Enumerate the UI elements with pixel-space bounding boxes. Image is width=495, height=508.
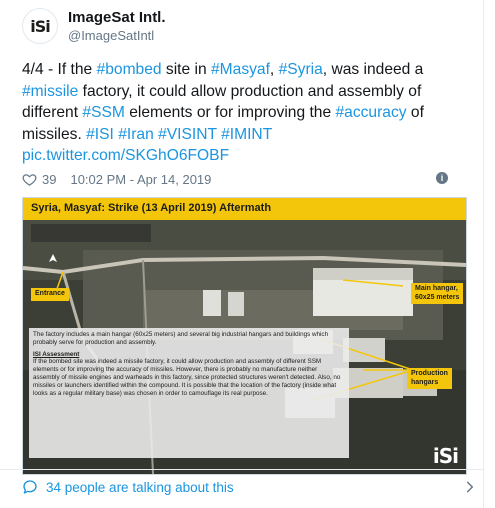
info-icon[interactable]: i — [436, 172, 448, 184]
heart-icon[interactable] — [22, 172, 37, 187]
main-hangar-label: Main hangar, 60x25 meters — [411, 283, 464, 304]
assessment-box: The factory includes a main hangar (60x2… — [29, 328, 349, 458]
tweet-link[interactable]: #SSM — [82, 104, 124, 121]
production-hangars-label: Production hangars — [407, 368, 452, 389]
tweet-link[interactable]: #Iran — [118, 126, 154, 143]
speech-bubble-icon — [23, 480, 37, 494]
avatar-logo: iSi — [30, 16, 50, 36]
chevron-right-icon[interactable] — [463, 480, 477, 494]
isi-logo: iSi — [432, 444, 459, 468]
tweet-link[interactable]: #Masyaf — [211, 61, 270, 78]
tweet-timestamp[interactable]: 10:02 PM - Apr 14, 2019 — [70, 172, 211, 187]
tweet-link[interactable]: #Syria — [279, 61, 323, 78]
tweet-link[interactable]: #missile — [22, 83, 78, 100]
avatar[interactable]: iSi — [22, 8, 58, 44]
tweet-text-segment: , — [269, 61, 279, 78]
tweet-meta: 39 10:02 PM - Apr 14, 2019 — [22, 171, 211, 187]
tweet-link[interactable]: #accuracy — [335, 104, 406, 121]
entrance-label: Entrance — [31, 288, 69, 301]
author-name[interactable]: ImageSat Intl. — [68, 9, 166, 26]
tweet-text-segment: site in — [161, 61, 211, 78]
tweet-image[interactable]: Syria, Masyaf: Strike (13 April 2019) Af… — [22, 197, 467, 475]
tweet-link[interactable]: #ISI — [86, 126, 114, 143]
assessment-heading: ISI Assessment — [33, 350, 80, 358]
talking-count-text: 34 people are talking about this — [46, 479, 234, 495]
assessment-intro: The factory includes a main hangar (60x2… — [33, 331, 329, 346]
author-handle[interactable]: @ImageSatIntl — [68, 28, 154, 43]
tweet-link[interactable]: #IMINT — [221, 126, 272, 143]
tweet-text: 4/4 - If the #bombed site in #Masyaf, #S… — [22, 59, 467, 167]
tweet-card: iSi ImageSat Intl. @ImageSatIntl 4/4 - I… — [0, 0, 484, 508]
tweet-text-segment: , was indeed a — [322, 61, 424, 78]
tweet-link[interactable]: pic.twitter.com/SKGhO6FOBF — [22, 147, 229, 164]
tweet-text-segment: elements or for improving the — [124, 104, 336, 121]
assessment-body: If the bombed site was indeed a missile … — [33, 358, 341, 397]
like-count[interactable]: 39 — [42, 172, 56, 187]
tweet-link[interactable]: #VISINT — [158, 126, 217, 143]
divider — [0, 469, 483, 470]
tweet-text-segment: 4/4 - If the — [22, 61, 97, 78]
image-title: Syria, Masyaf: Strike (13 April 2019) Af… — [31, 202, 272, 214]
image-banner: Syria, Masyaf: Strike (13 April 2019) Af… — [23, 198, 466, 220]
tweet-link[interactable]: #bombed — [97, 61, 162, 78]
conversation-link[interactable]: 34 people are talking about this — [22, 477, 234, 497]
